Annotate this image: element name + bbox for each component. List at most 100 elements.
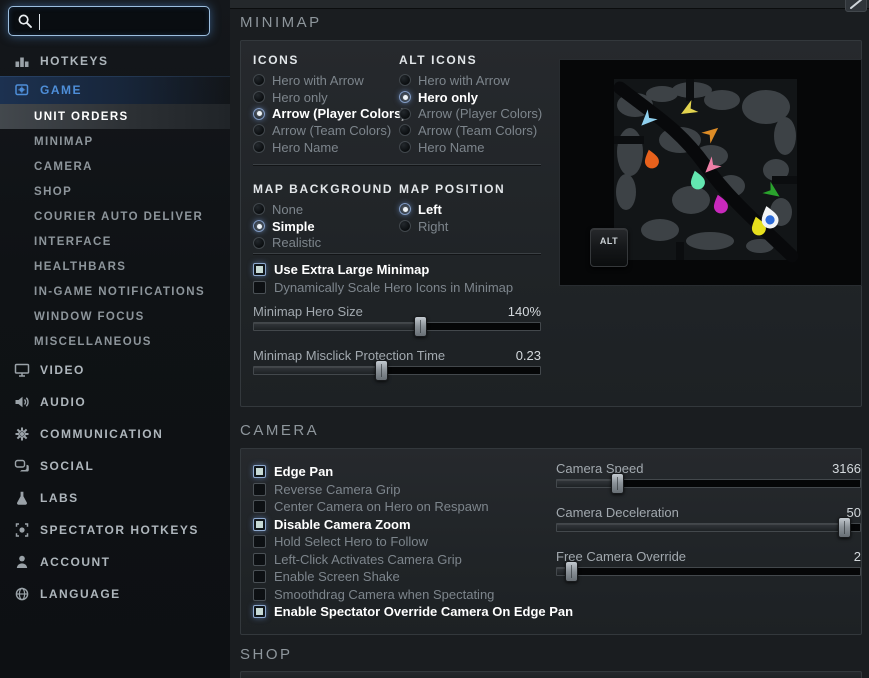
radio-option[interactable]: Realistic (253, 234, 399, 251)
radio-option[interactable]: None (253, 201, 399, 218)
radio-button-icon (253, 203, 265, 215)
slider-handle[interactable] (565, 561, 578, 582)
search-box[interactable] (8, 6, 210, 36)
checkbox-icon (253, 263, 266, 276)
checkbox-icon (253, 535, 266, 548)
sidebar-subitem-shop[interactable]: SHOP (0, 179, 230, 204)
slider: Camera Speed3166 (556, 461, 861, 488)
radio-group-map-position: MAP POSITIONLeftRight (399, 182, 545, 234)
slider-handle[interactable] (838, 517, 851, 538)
checkbox-option[interactable]: Left-Click Activates Camera Grip (253, 551, 573, 569)
sidebar-item-video[interactable]: VIDEO (0, 354, 230, 386)
camera-checkbox-list: Edge PanReverse Camera GripCenter Camera… (253, 463, 573, 621)
checkbox-label: Hold Select Hero to Follow (274, 534, 428, 549)
radio-group-icons: ICONSHero with ArrowHero onlyArrow (Play… (253, 53, 399, 155)
checkbox-option[interactable]: Disable Camera Zoom (253, 516, 573, 534)
slider-label: Minimap Hero Size (253, 304, 363, 320)
sidebar-item-spectator-hotkeys[interactable]: SPECTATOR HOTKEYS (0, 514, 230, 546)
options-window: HOTKEYS GAME UNIT ORDERSMINIMAPCAMERASHO… (0, 0, 869, 678)
radio-button-icon (399, 141, 411, 153)
radio-option[interactable]: Hero with Arrow (399, 72, 545, 89)
shop-settings-panel (240, 671, 862, 678)
checkbox-icon (253, 553, 266, 566)
slider-track[interactable] (253, 366, 541, 375)
slider-handle[interactable] (414, 316, 427, 337)
sidebar-item-label: AUDIO (40, 395, 86, 409)
slider-track[interactable] (556, 523, 861, 532)
radio-option[interactable]: Right (399, 218, 545, 235)
radio-button-icon (399, 124, 411, 136)
radio-label: Simple (272, 219, 315, 234)
globe-icon (14, 586, 30, 602)
minimap-settings-panel: ICONSHero with ArrowHero onlyArrow (Play… (240, 40, 862, 407)
slider: Minimap Hero Size140% (253, 304, 541, 331)
sidebar-item-audio[interactable]: AUDIO (0, 386, 230, 418)
sidebar-subitem-window-focus[interactable]: WINDOW FOCUS (0, 304, 230, 329)
sidebar-subitem-healthbars[interactable]: HEALTHBARS (0, 254, 230, 279)
radio-option[interactable]: Hero only (399, 89, 545, 106)
radio-option[interactable]: Hero only (253, 89, 399, 106)
radio-option[interactable]: Hero with Arrow (253, 72, 399, 89)
checkbox-option[interactable]: Enable Screen Shake (253, 568, 573, 586)
radio-option[interactable]: Arrow (Team Colors) (253, 122, 399, 139)
checkbox-icon (253, 465, 266, 478)
settings-sidebar: HOTKEYS GAME UNIT ORDERSMINIMAPCAMERASHO… (0, 0, 230, 678)
group-title: MAP BACKGROUND (253, 182, 399, 196)
text-cursor (39, 14, 40, 30)
radio-option[interactable]: Arrow (Player Colors) (253, 105, 399, 122)
checkbox-option[interactable]: Center Camera on Hero on Respawn (253, 498, 573, 516)
sidebar-subitem-courier-auto-deliver[interactable]: COURIER AUTO DELIVER (0, 204, 230, 229)
checkbox-option[interactable]: Use Extra Large Minimap (253, 261, 513, 279)
group-title: ALT ICONS (399, 53, 545, 67)
sidebar-subitem-minimap[interactable]: MINIMAP (0, 129, 230, 154)
sidebar-item-social[interactable]: SOCIAL (0, 450, 230, 482)
slider-track[interactable] (556, 479, 861, 488)
sidebar-item-labs[interactable]: LABS (0, 482, 230, 514)
search-input[interactable] (39, 7, 215, 35)
checkbox-label: Center Camera on Hero on Respawn (274, 499, 489, 514)
checkbox-option[interactable]: Dynamically Scale Hero Icons in Minimap (253, 279, 513, 297)
sidebar-item-language[interactable]: LANGUAGE (0, 578, 230, 610)
radio-option[interactable]: Hero Name (399, 139, 545, 156)
radio-option[interactable]: Arrow (Team Colors) (399, 122, 545, 139)
alt-key-graphic: ALT (590, 228, 628, 267)
sidebar-item-communication[interactable]: COMMUNICATION (0, 418, 230, 450)
checkbox-icon (253, 570, 266, 583)
camera-slider-list: Camera Speed3166Camera Deceleration50Fre… (556, 461, 861, 593)
checkbox-label: Smoothdrag Camera when Spectating (274, 587, 494, 602)
slider-track[interactable] (556, 567, 861, 576)
checkbox-option[interactable]: Hold Select Hero to Follow (253, 533, 573, 551)
sidebar-item-game[interactable]: GAME (0, 76, 230, 104)
audio-icon (14, 394, 30, 410)
slider-handle[interactable] (611, 473, 624, 494)
radio-label: Arrow (Team Colors) (272, 123, 391, 138)
slider-label: Minimap Misclick Protection Time (253, 348, 445, 364)
sidebar-item-hotkeys[interactable]: HOTKEYS (0, 46, 230, 76)
sidebar-subitem-in-game-notifications[interactable]: IN-GAME NOTIFICATIONS (0, 279, 230, 304)
slider-track[interactable] (253, 322, 541, 331)
minimap-preview: ALT (559, 59, 862, 286)
checkbox-option[interactable]: Reverse Camera Grip (253, 481, 573, 499)
checkbox-option[interactable]: Enable Spectator Override Camera On Edge… (253, 603, 573, 621)
sidebar-subitem-miscellaneous[interactable]: MISCELLANEOUS (0, 329, 230, 354)
sidebar-item-account[interactable]: ACCOUNT (0, 546, 230, 578)
radio-button-icon (399, 203, 411, 215)
radio-option[interactable]: Hero Name (253, 139, 399, 156)
minimap-checkbox-list: Use Extra Large Minimap Dynamically Scale… (253, 261, 513, 296)
checkbox-option[interactable]: Edge Pan (253, 463, 573, 481)
sidebar-item-label: GAME (40, 83, 82, 97)
sidebar-subitem-interface[interactable]: INTERFACE (0, 229, 230, 254)
radio-option[interactable]: Arrow (Player Colors) (399, 105, 545, 122)
divider (253, 253, 541, 254)
radio-option[interactable]: Left (399, 201, 545, 218)
radio-label: Arrow (Player Colors) (272, 106, 406, 121)
slider-handle[interactable] (375, 360, 388, 381)
radio-button-icon (253, 220, 265, 232)
flask-icon (14, 490, 30, 506)
radio-option[interactable]: Simple (253, 218, 399, 235)
checkbox-option[interactable]: Smoothdrag Camera when Spectating (253, 586, 573, 604)
checkbox-label: Use Extra Large Minimap (274, 262, 429, 277)
sidebar-subitem-unit-orders[interactable]: UNIT ORDERS (0, 104, 230, 129)
sidebar-subitem-camera[interactable]: CAMERA (0, 154, 230, 179)
corner-partial-icon[interactable] (845, 0, 867, 12)
